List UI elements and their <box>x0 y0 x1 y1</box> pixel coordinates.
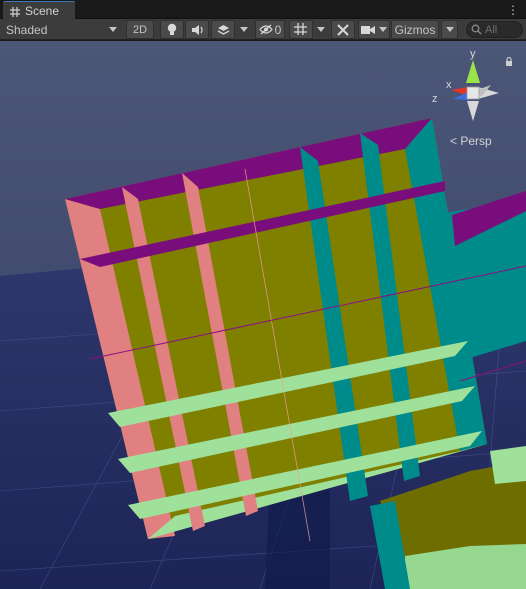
grid-dropdown[interactable] <box>314 20 328 39</box>
grid-snap-button[interactable] <box>289 20 313 39</box>
gizmo-center-cube[interactable] <box>466 86 480 100</box>
draw-mode-dropdown[interactable]: Shaded <box>3 20 121 39</box>
gizmo-z-label: z <box>432 93 438 105</box>
lock-icon[interactable] <box>505 55 513 69</box>
effects-dropdown[interactable] <box>237 20 251 39</box>
chevron-down-icon <box>445 27 454 32</box>
background-green-tile <box>490 446 526 484</box>
projection-label: Persp <box>460 134 492 148</box>
grid-snap-icon <box>294 22 307 35</box>
projection-toggle[interactable]: < Persp <box>450 134 492 148</box>
camera-icon <box>361 25 375 34</box>
camera-settings-button[interactable] <box>358 20 390 39</box>
grid-icon <box>10 6 20 17</box>
chevron-down-icon <box>240 27 248 32</box>
speaker-icon <box>191 24 203 35</box>
layers-icon <box>217 25 229 35</box>
gizmo-y-label: y <box>470 48 476 60</box>
search-icon <box>471 24 482 35</box>
hidden-objects-button[interactable]: 0 <box>255 20 285 39</box>
toggle-2d-button[interactable]: 2D <box>126 20 154 39</box>
effects-toggle-button[interactable] <box>211 20 235 39</box>
chevron-down-icon <box>379 27 387 32</box>
toggle-2d-label: 2D <box>132 23 148 36</box>
gizmo-x-label: x <box>446 79 452 91</box>
window-tab-bar: Scene ⋮ <box>0 0 526 19</box>
gizmos-button[interactable]: Gizmos <box>391 20 439 39</box>
search-placeholder: All <box>485 23 498 36</box>
draw-mode-label: Shaded <box>6 22 48 37</box>
chevron-down-icon <box>317 27 325 32</box>
chevron-left-icon: < <box>450 134 458 148</box>
search-input[interactable]: All <box>466 21 523 38</box>
chevron-down-icon <box>109 27 117 32</box>
scene-canvas[interactable]: y x z <box>0 41 526 589</box>
lighting-toggle-button[interactable] <box>160 20 184 39</box>
crossed-tools-icon <box>337 23 349 36</box>
scene-toolbar: Shaded 2D 0 Gizmos All <box>0 19 526 40</box>
hidden-count: 0 <box>274 22 282 37</box>
eye-slash-icon <box>258 24 273 35</box>
gizmos-label: Gizmos <box>394 22 436 37</box>
tab-scene[interactable]: Scene <box>3 1 75 19</box>
tools-toggle-button[interactable] <box>331 20 355 39</box>
lightbulb-icon <box>167 23 177 35</box>
audio-toggle-button[interactable] <box>185 20 209 39</box>
gizmos-dropdown[interactable] <box>441 20 458 39</box>
tab-label: Scene <box>25 3 60 18</box>
scene-viewport[interactable]: y x z < Persp <box>0 41 526 589</box>
kebab-menu-icon[interactable]: ⋮ <box>507 3 519 17</box>
